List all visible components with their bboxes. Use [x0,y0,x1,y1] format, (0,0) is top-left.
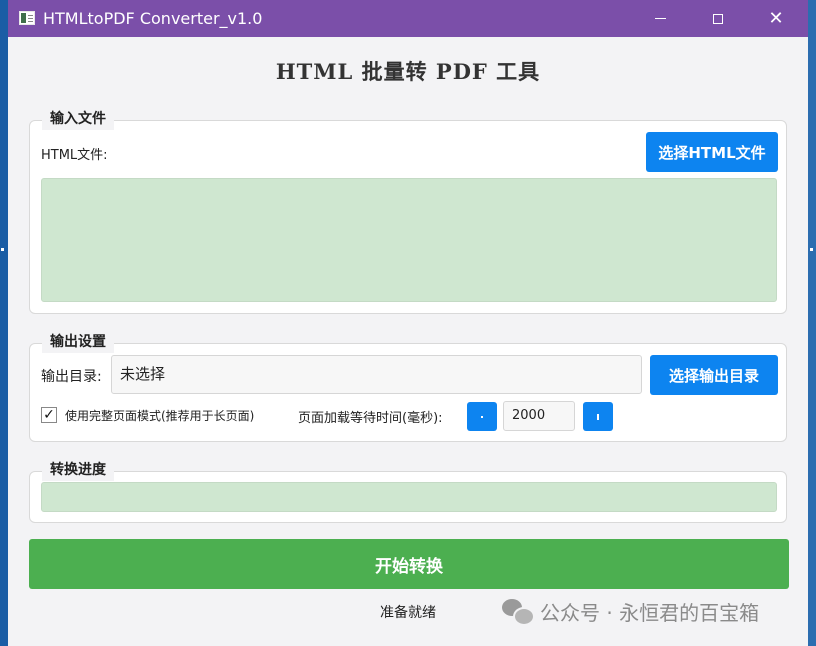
group-title: 输出设置 [42,331,114,353]
desktop-artifact [810,248,813,251]
title-bar[interactable]: HTMLtoPDF Converter_v1.0 ✕ [8,0,808,37]
increase-wait-button[interactable] [583,402,613,431]
output-dir-label: 输出目录: [41,369,102,385]
input-files-group: 输入文件 HTML文件: 选择HTML文件 [29,108,787,314]
minus-icon [481,415,483,418]
select-output-dir-button[interactable]: 选择输出目录 [650,355,778,395]
start-convert-button[interactable]: 开始转换 [29,539,789,589]
page-title: HTML 批量转 PDF 工具 [275,59,541,84]
minimize-icon [654,18,666,19]
html-file-label: HTML文件: [41,148,108,163]
wait-time-input[interactable]: 2000 [503,401,575,431]
desktop-background-left [0,0,8,646]
select-html-button[interactable]: 选择HTML文件 [646,132,778,172]
desktop-background-right [808,0,816,646]
maximize-button[interactable] [695,0,741,37]
desktop-artifact [1,248,4,251]
minimize-button[interactable] [637,0,683,37]
decrease-wait-button[interactable] [467,402,497,431]
watermark-text: 公众号 · 永恒君的百宝箱 [540,600,760,625]
plus-icon [597,413,599,420]
progress-group: 转换进度 [29,459,787,523]
app-icon [19,11,35,25]
output-dir-field[interactable]: 未选择 [111,355,642,394]
maximize-icon [713,13,723,24]
wait-time-label: 页面加载等待时间(毫秒): [298,411,443,426]
wechat-icon [502,599,535,626]
close-button[interactable]: ✕ [753,0,799,37]
html-file-list[interactable] [41,178,777,302]
full-page-label: 使用完整页面模式(推荐用于长页面) [65,409,255,423]
output-settings-group: 输出设置 输出目录: 未选择 选择输出目录 ✓ 使用完整页面模式(推荐用于长页面… [29,331,787,442]
group-title: 转换进度 [42,459,114,481]
watermark: 公众号 · 永恒君的百宝箱 [502,596,759,626]
full-page-checkbox[interactable]: ✓ [41,407,57,423]
group-title: 输入文件 [42,108,114,130]
window-title: HTMLtoPDF Converter_v1.0 [43,9,263,28]
app-window: HTMLtoPDF Converter_v1.0 ✕ HTML 批量转 PDF … [8,0,808,646]
close-icon: ✕ [768,8,784,29]
progress-bar [41,482,777,512]
checkmark-icon: ✓ [43,407,55,423]
